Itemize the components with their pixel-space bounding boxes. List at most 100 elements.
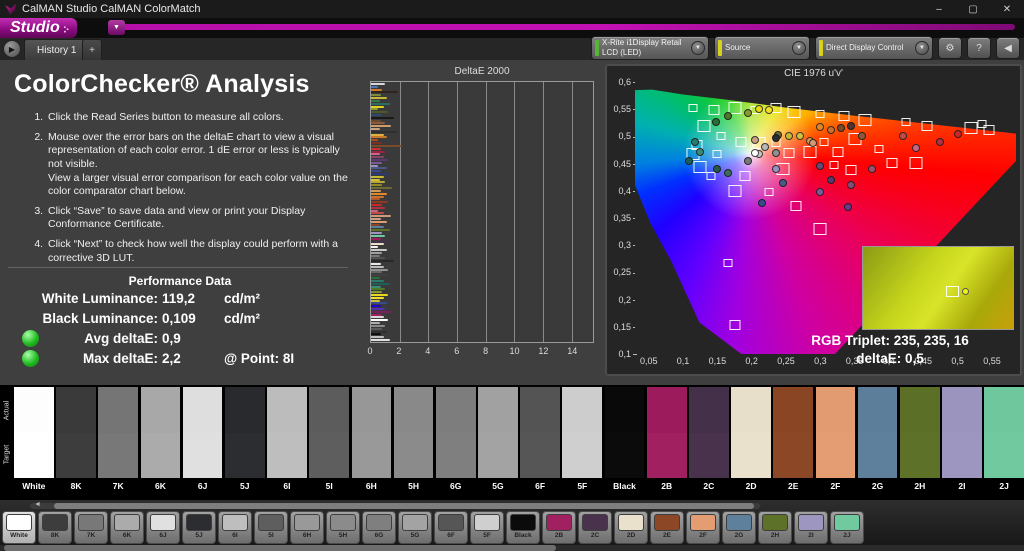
measured-point[interactable]: [684, 156, 693, 165]
patch-button-6K[interactable]: 6K: [110, 511, 144, 544]
logo-menu-button[interactable]: ▼: [108, 20, 125, 35]
display-control-dropdown[interactable]: Direct Display Control ▼: [815, 36, 933, 60]
deltae-bar[interactable]: [371, 97, 387, 100]
measured-point[interactable]: [764, 106, 773, 115]
target-point[interactable]: [964, 122, 978, 135]
deltae-bar[interactable]: [371, 308, 386, 310]
deltae-bar[interactable]: [371, 184, 383, 187]
deltae-plot-area[interactable]: [370, 81, 594, 343]
target-point[interactable]: [697, 119, 711, 132]
measured-point[interactable]: [712, 117, 720, 126]
deltae-bar[interactable]: [371, 319, 389, 322]
swatch-scrollbar-bottom[interactable]: [0, 545, 1024, 551]
deltae-bar[interactable]: [371, 257, 386, 260]
deltae-bar[interactable]: [371, 102, 390, 105]
target-point[interactable]: [874, 144, 884, 153]
target-point[interactable]: [728, 184, 742, 197]
patch-button-8K[interactable]: 8K: [38, 511, 72, 544]
target-point[interactable]: [819, 137, 829, 146]
deltae-bar[interactable]: [371, 116, 394, 119]
scrollbar-thumb[interactable]: [54, 503, 754, 509]
target-point[interactable]: [901, 117, 911, 126]
comparator-swatch-6G[interactable]: 6G: [435, 387, 476, 499]
comparator-swatch-5I[interactable]: 5I: [309, 387, 349, 499]
target-point[interactable]: [909, 156, 923, 169]
patch-button-6H[interactable]: 6H: [290, 511, 324, 544]
patch-button-2I[interactable]: 2I: [794, 511, 828, 544]
deltae-bar[interactable]: [371, 330, 387, 333]
measured-point[interactable]: [843, 203, 852, 212]
deltae-bar[interactable]: [371, 248, 387, 251]
help-button[interactable]: ?: [967, 37, 991, 59]
deltae-bar[interactable]: [371, 327, 383, 330]
measured-point[interactable]: [795, 132, 804, 141]
session-menu-button[interactable]: ▶: [3, 40, 21, 58]
deltae-bar[interactable]: [371, 324, 386, 327]
deltae-bar[interactable]: [371, 212, 384, 215]
deltae-bar[interactable]: [371, 99, 380, 102]
deltae-bar[interactable]: [371, 83, 386, 85]
patch-button-5I[interactable]: 5I: [254, 511, 288, 544]
deltae-bar[interactable]: [371, 232, 383, 235]
measured-point[interactable]: [857, 132, 866, 141]
target-point[interactable]: [787, 105, 801, 118]
deltae-bar[interactable]: [371, 203, 383, 206]
deltae-bar[interactable]: [371, 285, 381, 288]
deltae-bar[interactable]: [371, 305, 381, 308]
measured-point[interactable]: [912, 144, 921, 153]
patch-button-White[interactable]: White: [2, 511, 36, 544]
patch-button-6G[interactable]: 6G: [362, 511, 396, 544]
target-point[interactable]: [886, 157, 898, 168]
deltae-bar[interactable]: [371, 161, 383, 164]
deltae-bar[interactable]: [371, 302, 387, 305]
deltae-bar[interactable]: [371, 293, 389, 296]
target-point[interactable]: [729, 320, 741, 331]
patch-button-2G[interactable]: 2G: [722, 511, 756, 544]
target-point[interactable]: [803, 145, 817, 158]
comparator-swatch-2E[interactable]: 2E: [773, 387, 814, 499]
scroll-left-icon[interactable]: ◄: [34, 501, 41, 508]
target-point[interactable]: [815, 109, 825, 118]
measured-point[interactable]: [826, 175, 835, 184]
comparator-swatch-6I[interactable]: 6I: [267, 387, 307, 499]
deltae-bar[interactable]: [371, 187, 393, 190]
patch-button-Black[interactable]: Black: [506, 511, 540, 544]
deltae-bar[interactable]: [371, 274, 387, 277]
deltae-bar[interactable]: [371, 226, 384, 229]
measured-point[interactable]: [816, 122, 825, 131]
comparator-swatch-2I[interactable]: 2I: [942, 387, 982, 499]
deltae-bar[interactable]: [371, 173, 390, 175]
deltae-bar[interactable]: [371, 192, 387, 195]
target-point[interactable]: [688, 103, 698, 112]
target-point[interactable]: [723, 258, 733, 267]
patch-button-2J[interactable]: 2J: [830, 511, 864, 544]
measured-point[interactable]: [696, 147, 705, 156]
target-point[interactable]: [706, 171, 715, 180]
close-icon[interactable]: ✕: [990, 0, 1024, 18]
deltae-bar[interactable]: [371, 268, 389, 271]
deltae-bar[interactable]: [371, 279, 384, 282]
deltae-bar[interactable]: [371, 139, 379, 142]
scrollbar-thumb[interactable]: [4, 545, 556, 551]
measured-point[interactable]: [723, 111, 732, 120]
patch-button-5F[interactable]: 5F: [470, 511, 504, 544]
deltae-bar[interactable]: [371, 246, 379, 249]
measured-point[interactable]: [761, 143, 770, 152]
deltae-bar[interactable]: [371, 310, 393, 313]
comparator-swatch-2B[interactable]: 2B: [646, 387, 687, 499]
patch-button-2B[interactable]: 2B: [542, 511, 576, 544]
patch-button-5J[interactable]: 5J: [182, 511, 216, 544]
target-point[interactable]: [845, 165, 857, 176]
deltae-bar[interactable]: [371, 288, 386, 291]
measured-point[interactable]: [771, 165, 780, 174]
deltae-bar[interactable]: [371, 215, 391, 218]
deltae-bar[interactable]: [371, 128, 380, 130]
deltae-bar[interactable]: [371, 156, 384, 159]
measured-point[interactable]: [826, 125, 835, 134]
patch-button-6J[interactable]: 6J: [146, 511, 180, 544]
deltae-bar[interactable]: [371, 316, 384, 319]
deltae-bar[interactable]: [371, 282, 390, 285]
comparator-swatch-8K[interactable]: 8K: [56, 387, 96, 499]
target-point[interactable]: [693, 161, 707, 174]
comparator-swatch-2D[interactable]: 2D: [731, 387, 771, 499]
